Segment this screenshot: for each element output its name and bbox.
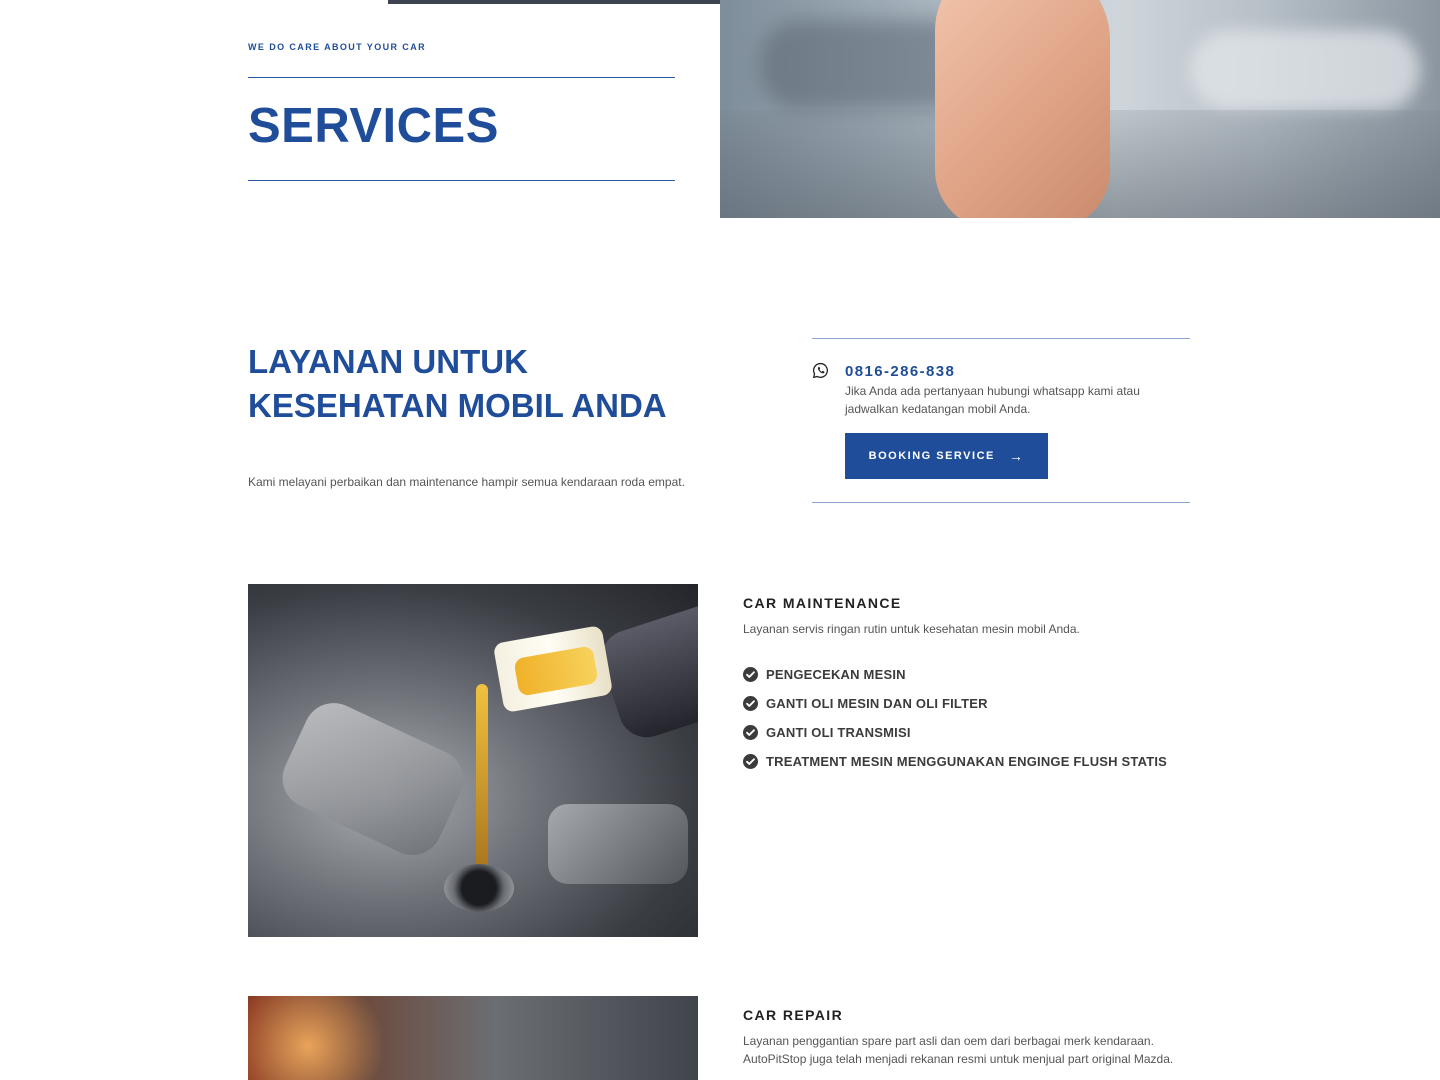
divider <box>812 338 1190 339</box>
contact-box: 0816-286-838 Jika Anda ada pertanyaan hu… <box>812 338 1190 503</box>
checklist-item: TREATMENT MESIN MENGGUNAKAN ENGINGE FLUS… <box>743 747 1193 776</box>
service-car-repair: CAR REPAIR Layanan penggantian spare par… <box>743 1007 1193 1068</box>
hero-image <box>720 0 1440 218</box>
section-heading-line: KESEHATAN MOBIL ANDA <box>248 387 667 424</box>
section-heading-line: LAYANAN UNTUK <box>248 343 528 380</box>
whatsapp-icon <box>812 362 828 379</box>
booking-service-button[interactable]: BOOKING SERVICE → <box>845 433 1048 479</box>
divider <box>248 180 675 181</box>
service-title: CAR REPAIR <box>743 1007 844 1023</box>
booking-service-label: BOOKING SERVICE <box>868 450 995 462</box>
service-description: Layanan servis ringan rutin untuk keseha… <box>743 622 1080 636</box>
checklist-item: GANTI OLI MESIN DAN OLI FILTER <box>743 689 1193 718</box>
section-intro-text: Kami melayani perbaikan dan maintenance … <box>248 475 685 489</box>
service-checklist: PENGECEKAN MESIN GANTI OLI MESIN DAN OLI… <box>743 660 1193 776</box>
check-circle-icon <box>743 696 758 711</box>
car-repair-image <box>248 996 698 1080</box>
checklist-item-label: PENGECEKAN MESIN <box>766 667 906 682</box>
checklist-item: GANTI OLI TRANSMISI <box>743 718 1193 747</box>
check-circle-icon <box>743 725 758 740</box>
divider <box>812 502 1190 503</box>
service-title: CAR MAINTENANCE <box>743 595 902 611</box>
checklist-item-label: GANTI OLI TRANSMISI <box>766 725 911 740</box>
checklist-item-label: GANTI OLI MESIN DAN OLI FILTER <box>766 696 988 711</box>
whatsapp-phone-link[interactable]: 0816-286-838 <box>845 363 955 380</box>
checklist-item: PENGECEKAN MESIN <box>743 660 1193 689</box>
hero-top-strip <box>388 0 720 4</box>
check-circle-icon <box>743 667 758 682</box>
hero-tagline: WE DO CARE ABOUT YOUR CAR <box>248 42 427 52</box>
section-heading: LAYANAN UNTUK KESEHATAN MOBIL ANDA <box>248 340 718 428</box>
checklist-item-label: TREATMENT MESIN MENGGUNAKAN ENGINGE FLUS… <box>766 754 1168 769</box>
arrow-right-icon: → <box>1008 448 1025 464</box>
service-car-maintenance: CAR MAINTENANCE Layanan servis ringan ru… <box>743 595 1193 776</box>
service-description: Layanan penggantian spare part asli dan … <box>743 1034 1174 1066</box>
contact-text: Jika Anda ada pertanyaan hubungi whatsap… <box>845 384 1140 416</box>
divider <box>248 77 675 78</box>
page-title: SERVICES <box>248 99 499 153</box>
car-maintenance-image <box>248 584 698 937</box>
check-circle-icon <box>743 754 758 769</box>
